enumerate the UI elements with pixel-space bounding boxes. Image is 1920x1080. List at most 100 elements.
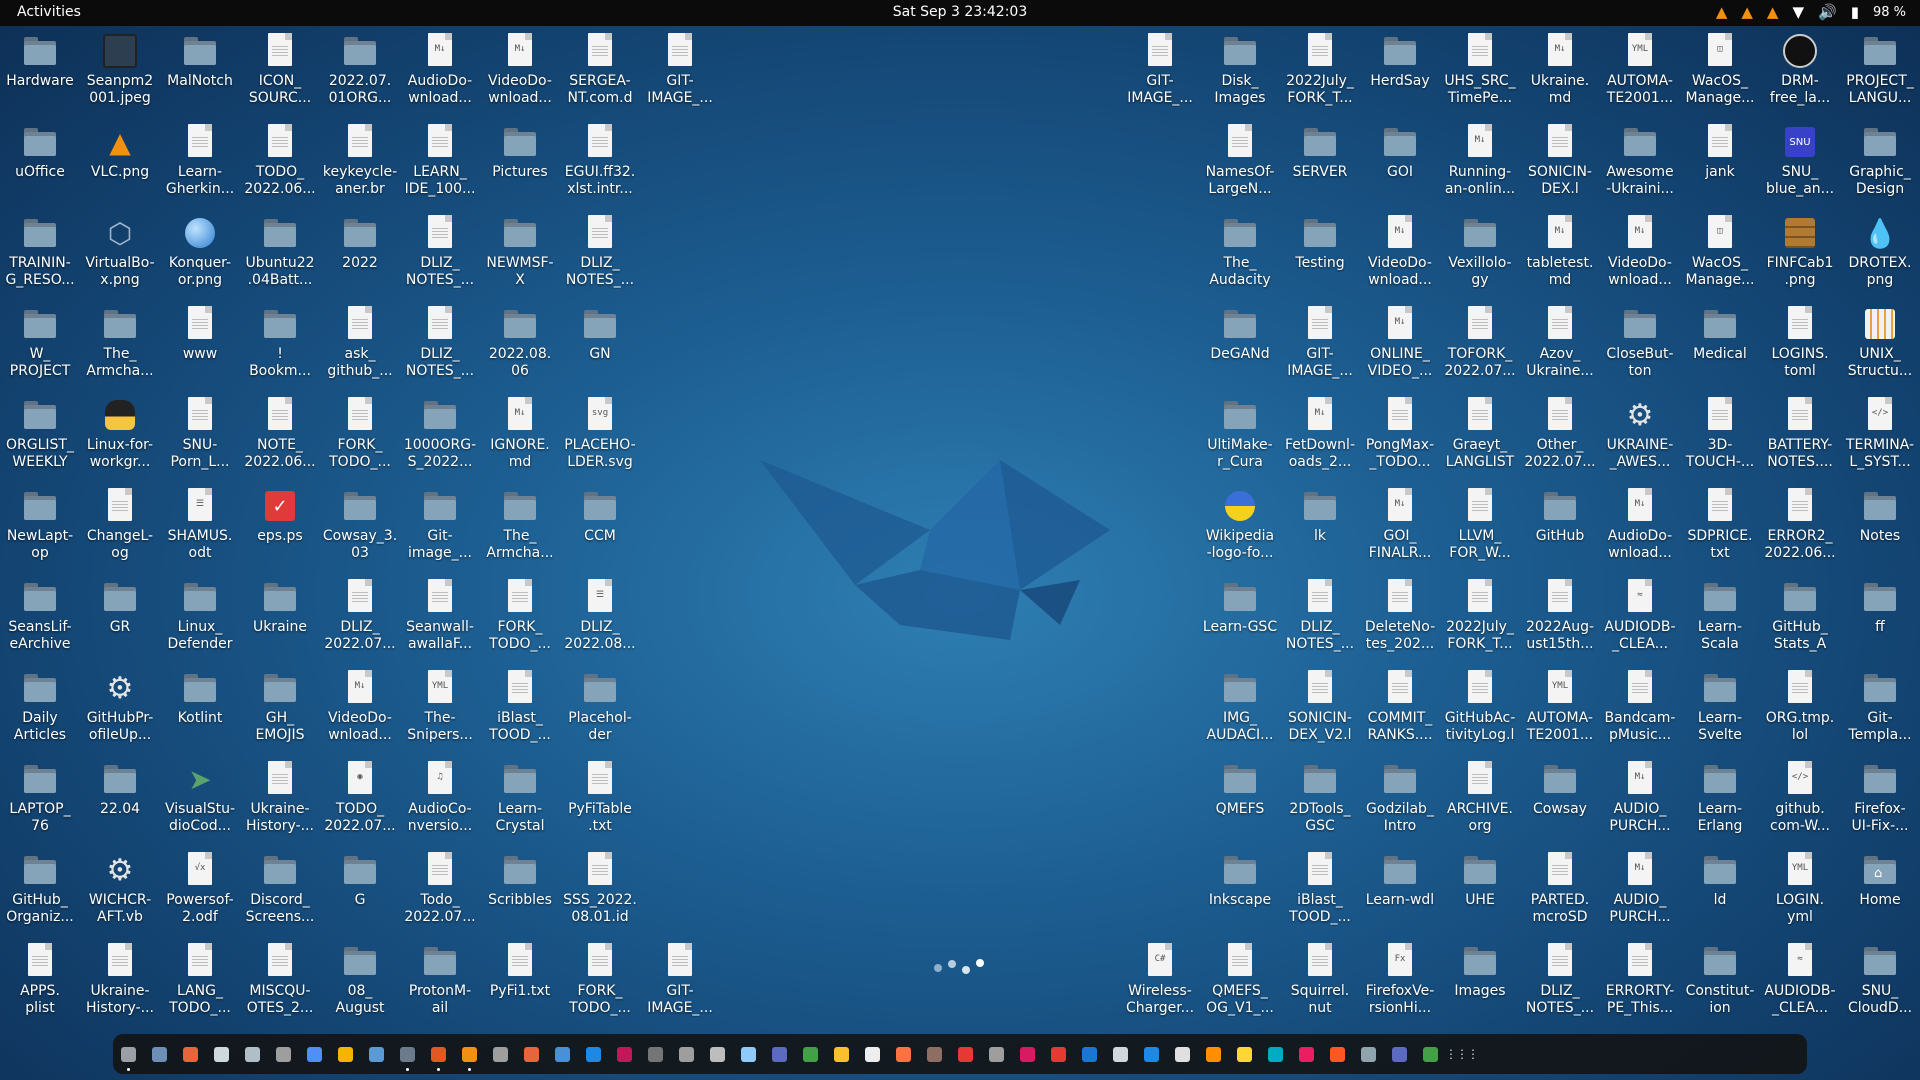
desktop-item-logins-toml[interactable]: LOGINS. toml bbox=[1760, 303, 1840, 394]
desktop-item-sdprice-txt[interactable]: SDPRICE. txt bbox=[1680, 485, 1760, 576]
desktop-item-videodo-wnload[interactable]: M↓ VideoDo- wnload... bbox=[1600, 212, 1680, 303]
battery-icon[interactable]: ▮ bbox=[1851, 3, 1859, 21]
desktop-item-github-com-w[interactable]: </> github. com-W... bbox=[1760, 758, 1840, 849]
desktop-item-protonm-ail[interactable]: ProtonM- ail bbox=[400, 940, 480, 1031]
dock-app-icon[interactable] bbox=[764, 1034, 795, 1074]
desktop-item-dliz-notes[interactable]: DLIZ_ NOTES_... bbox=[400, 212, 480, 303]
desktop-item-ultimake-r-cura[interactable]: UltiMake- r_Cura bbox=[1200, 394, 1280, 485]
clock[interactable]: Sat Sep 3 23:42:03 bbox=[0, 4, 1920, 20]
dock-app-icon[interactable] bbox=[702, 1034, 733, 1074]
desktop-item-learn-gsc[interactable]: Learn-GSC bbox=[1200, 576, 1280, 667]
desktop-item-ukraine[interactable]: Ukraine bbox=[240, 576, 320, 667]
desktop-item-herdsay[interactable]: HerdSay bbox=[1360, 30, 1440, 121]
desktop-item-errorty-pe-this[interactable]: ERRORTY- PE_This... bbox=[1600, 940, 1680, 1031]
desktop-item-ubuntu22-04batt[interactable]: Ubuntu22 .04Batt... bbox=[240, 212, 320, 303]
dock-app-icon[interactable] bbox=[1229, 1034, 1260, 1074]
desktop-item-newlapt-op[interactable]: NewLapt- op bbox=[0, 485, 80, 576]
desktop-item-battery-notes[interactable]: BATTERY- NOTES.... bbox=[1760, 394, 1840, 485]
desktop-item-learn-gherkin[interactable]: Learn- Gherkin... bbox=[160, 121, 240, 212]
desktop-item-ld[interactable]: ld bbox=[1680, 849, 1760, 940]
desktop-item-sergea-nt-com-d[interactable]: SERGEA- NT.com.d bbox=[560, 30, 640, 121]
desktop-item-2022july-fork-t[interactable]: 2022July_ FORK_T... bbox=[1280, 30, 1360, 121]
desktop-item-snu-blue-an[interactable]: SNU SNU_ blue_an... bbox=[1760, 121, 1840, 212]
desktop-item-project-langu[interactable]: PROJECT_ LANGU... bbox=[1840, 30, 1920, 121]
desktop-item-git-templa[interactable]: Git- Templa... bbox=[1840, 667, 1920, 758]
desktop-item-ukraine-awes[interactable]: ⚙ UKRAINE- _AWES... bbox=[1600, 394, 1680, 485]
desktop-item-tofork-2022-07[interactable]: TOFORK_ 2022.07... bbox=[1440, 303, 1520, 394]
desktop-item-wacos-manage[interactable]: ◫ WacOS_ Manage... bbox=[1680, 212, 1760, 303]
desktop-item-sonicin-dex-l[interactable]: SONICIN- DEX.l bbox=[1520, 121, 1600, 212]
dock-app-icon[interactable] bbox=[299, 1034, 330, 1074]
desktop-item-sonicin-dex-v2-l[interactable]: SONICIN- DEX_V2.l bbox=[1280, 667, 1360, 758]
dock-app-icon[interactable] bbox=[392, 1034, 423, 1074]
desktop-item-testing[interactable]: Testing bbox=[1280, 212, 1360, 303]
desktop-item-azov-ukraine[interactable]: Azov_ Ukraine... bbox=[1520, 303, 1600, 394]
desktop-item-the-audacity[interactable]: The_ Audacity bbox=[1200, 212, 1280, 303]
desktop-item-git-image[interactable]: GIT- IMAGE_... bbox=[1280, 303, 1360, 394]
desktop-item-vlc-png[interactable]: ▲ VLC.png bbox=[80, 121, 160, 212]
desktop-item-fork-todo[interactable]: FORK_ TODO_... bbox=[480, 576, 560, 667]
dock-app-icon[interactable] bbox=[1105, 1034, 1136, 1074]
desktop-item-drm-free-la[interactable]: DRM- free_la... bbox=[1760, 30, 1840, 121]
desktop-item-images[interactable]: Images bbox=[1440, 940, 1520, 1031]
desktop-item-automa-te2001[interactable]: YML AUTOMA- TE2001... bbox=[1600, 30, 1680, 121]
dock-app-icon[interactable] bbox=[981, 1034, 1012, 1074]
desktop-item-ccm[interactable]: CCM bbox=[560, 485, 640, 576]
desktop-item-videodo-wnload[interactable]: M↓ VideoDo- wnload... bbox=[1360, 212, 1440, 303]
dock-app-icon[interactable] bbox=[1043, 1034, 1074, 1074]
dock-app-icon[interactable] bbox=[950, 1034, 981, 1074]
desktop-item-gn[interactable]: GN bbox=[560, 303, 640, 394]
desktop-item-audioco-nversio[interactable]: ♫ AudioCo- nversio... bbox=[400, 758, 480, 849]
desktop-item-1000org-s-2022[interactable]: 1000ORG- S_2022... bbox=[400, 394, 480, 485]
desktop-item-3d-touch[interactable]: 3D- TOUCH-... bbox=[1680, 394, 1760, 485]
desktop-item-audiodb-clea[interactable]: ≈ AUDIODB- _CLEA... bbox=[1760, 940, 1840, 1031]
dock-app-icon[interactable] bbox=[268, 1034, 299, 1074]
desktop-item-jank[interactable]: jank bbox=[1680, 121, 1760, 212]
desktop-item-todo-2022-06[interactable]: TODO_ 2022.06... bbox=[240, 121, 320, 212]
desktop-item-drotex-png[interactable]: 💧 DROTEX. png bbox=[1840, 212, 1920, 303]
desktop-item-g[interactable]: G bbox=[320, 849, 400, 940]
desktop-item-parted-mcrosd[interactable]: PARTED. mcroSD bbox=[1520, 849, 1600, 940]
desktop-item-disk-images[interactable]: Disk_ Images bbox=[1200, 30, 1280, 121]
desktop-item-changel-og[interactable]: ChangeL- og bbox=[80, 485, 160, 576]
desktop-item-placehol-der[interactable]: Placehol- der bbox=[560, 667, 640, 758]
desktop-item-fetdownl-oads-2[interactable]: M↓ FetDownl- oads_2... bbox=[1280, 394, 1360, 485]
desktop-item-firefox-ui-fix[interactable]: Firefox- UI-Fix-... bbox=[1840, 758, 1920, 849]
desktop-item-error2-2022-06[interactable]: ERROR2_ 2022.06... bbox=[1760, 485, 1840, 576]
desktop-item-visualstu-diocod[interactable]: ➤ VisualStu- dioCod... bbox=[160, 758, 240, 849]
desktop-item-namesof-largen[interactable]: NamesOf- LargeN... bbox=[1200, 121, 1280, 212]
desktop-item-uhe[interactable]: UHE bbox=[1440, 849, 1520, 940]
dock-app-icon[interactable] bbox=[237, 1034, 268, 1074]
desktop-item-git-image[interactable]: GIT- IMAGE_... bbox=[640, 940, 720, 1031]
desktop-item-org-tmp-lol[interactable]: ORG.tmp. lol bbox=[1760, 667, 1840, 758]
desktop-item-miscqu-otes-2[interactable]: MISCQU- OTES_2... bbox=[240, 940, 320, 1031]
desktop-item-medical[interactable]: Medical bbox=[1680, 303, 1760, 394]
desktop-item-powersof-2-odf[interactable]: √x Powersof- 2.odf bbox=[160, 849, 240, 940]
desktop-item-videodo-wnload[interactable]: M↓ VideoDo- wnload... bbox=[320, 667, 400, 758]
desktop-item-linux-for-workgr[interactable]: Linux-for- workgr... bbox=[80, 394, 160, 485]
desktop-item-kotlint[interactable]: Kotlint bbox=[160, 667, 240, 758]
desktop-item-fork-todo[interactable]: FORK_ TODO_... bbox=[320, 394, 400, 485]
desktop-item-learn-svelte[interactable]: Learn- Svelte bbox=[1680, 667, 1760, 758]
desktop-item-ask-github[interactable]: ask_ github_... bbox=[320, 303, 400, 394]
desktop-item-scribbles[interactable]: Scribbles bbox=[480, 849, 560, 940]
desktop-item-qmefs-og-v1[interactable]: QMEFS_ OG_V1_... bbox=[1200, 940, 1280, 1031]
desktop-item-dliz-notes[interactable]: DLIZ_ NOTES_... bbox=[1520, 940, 1600, 1031]
desktop-item-snu-porn-l[interactable]: SNU- Porn_L... bbox=[160, 394, 240, 485]
dock-app-icon[interactable] bbox=[733, 1034, 764, 1074]
desktop-item-gr[interactable]: GR bbox=[80, 576, 160, 667]
desktop-item-2022[interactable]: 2022 bbox=[320, 212, 400, 303]
desktop-item-goi[interactable]: GOI bbox=[1360, 121, 1440, 212]
desktop-item-2022aug-ust15th[interactable]: 2022Aug- ust15th... bbox=[1520, 576, 1600, 667]
dock-app-icon[interactable] bbox=[826, 1034, 857, 1074]
dock-app-icon[interactable] bbox=[1074, 1034, 1105, 1074]
desktop-item-2dtools-gsc[interactable]: 2DTools_ GSC bbox=[1280, 758, 1360, 849]
desktop-item-note-2022-06[interactable]: NOTE_ 2022.06... bbox=[240, 394, 320, 485]
desktop-item-linux-defender[interactable]: Linux_ Defender bbox=[160, 576, 240, 667]
dock-app-icon[interactable] bbox=[919, 1034, 950, 1074]
desktop-item-vexillolo-gy[interactable]: Vexillolo- gy bbox=[1440, 212, 1520, 303]
desktop-item-githubac-tivitylog-l[interactable]: GitHubAc- tivityLog.l bbox=[1440, 667, 1520, 758]
desktop-item-finfcab1-png[interactable]: FINFCab1 .png bbox=[1760, 212, 1840, 303]
dock-app-icon[interactable] bbox=[144, 1034, 175, 1074]
desktop-item-learn-wdl[interactable]: Learn-wdl bbox=[1360, 849, 1440, 940]
